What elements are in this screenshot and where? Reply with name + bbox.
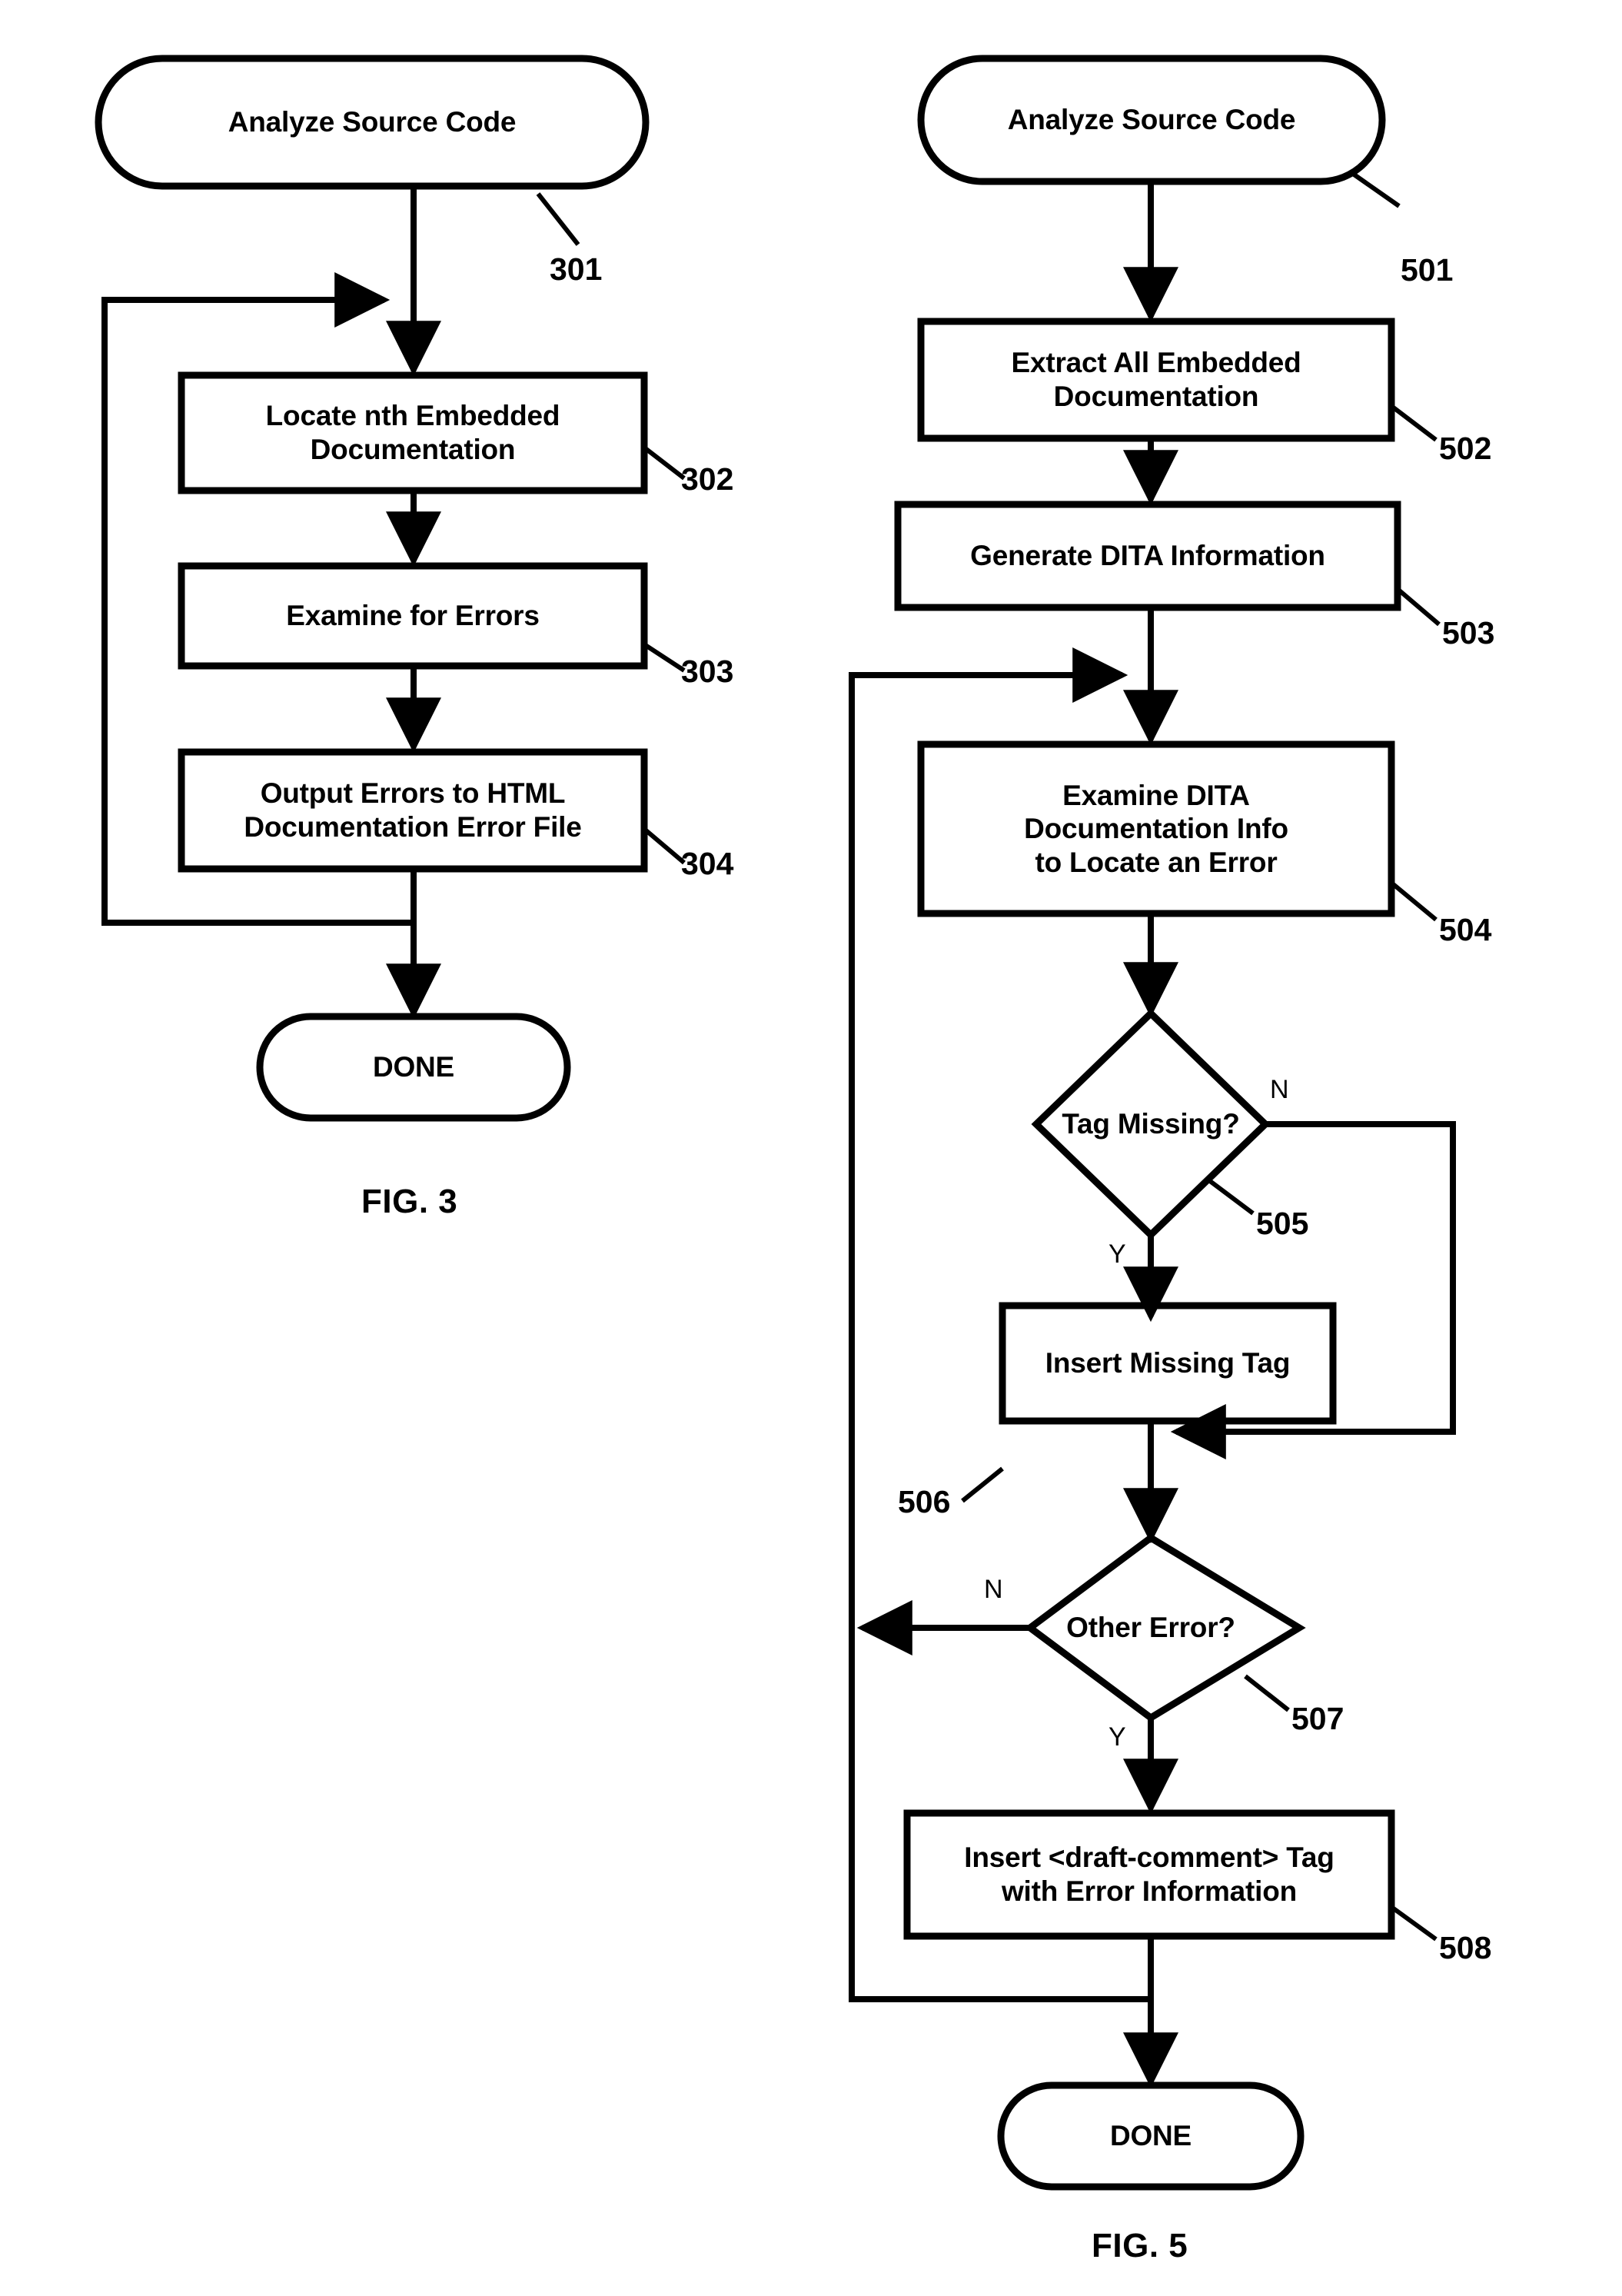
- fig5-process-506-shape: [999, 1302, 1337, 1425]
- fig5-ref-505: 505: [1256, 1206, 1309, 1241]
- fig5-process-508-shape: [903, 1809, 1395, 1940]
- fig3-process-303-shape: [178, 562, 648, 670]
- fig5-terminal-start-shape: [917, 55, 1386, 185]
- fig5-terminal-done-shape: [997, 2081, 1305, 2191]
- fig3-leader-303: [643, 642, 686, 673]
- fig5-leader-504: [1390, 880, 1438, 922]
- fig5-leader-502: [1390, 404, 1438, 442]
- fig3-caption: FIG. 3: [361, 1183, 458, 1220]
- fig5-decision-505-shape: [1031, 1008, 1271, 1240]
- fig5-caption: FIG. 5: [1092, 2227, 1188, 2264]
- fig5-ref-506: 506: [898, 1484, 951, 1519]
- fig3-process-302-shape: [178, 371, 648, 494]
- fig5-leader-508: [1390, 1905, 1438, 1942]
- fig3-ref-302: 302: [681, 461, 734, 497]
- fig5-leader-501: [1351, 171, 1401, 208]
- fig5-decision-507-shape: [1024, 1533, 1306, 1722]
- patent-figure-sheet: Analyze Source Code 302 301 303 304 Loca…: [0, 0, 1622, 2296]
- fig5-branch-507-yes: Y: [1108, 1722, 1126, 1752]
- fig3-process-304-shape: [178, 748, 648, 873]
- fig3-ref-301: 301: [550, 251, 603, 287]
- fig5-leader-506: [961, 1466, 1004, 1503]
- fig5-ref-507: 507: [1291, 1701, 1344, 1736]
- fig5-process-504-shape: [917, 740, 1395, 917]
- fig3-terminal-start-shape: [95, 55, 650, 190]
- fig3-ref-303: 303: [681, 654, 734, 689]
- fig5-branch-507-no: N: [984, 1575, 1003, 1604]
- fig5-branch-505-yes: Y: [1108, 1240, 1126, 1269]
- fig5-ref-508: 508: [1439, 1930, 1492, 1965]
- fig3-loop-return-path: [101, 272, 414, 926]
- fig3-ref-304: 304: [681, 846, 734, 881]
- fig5-process-502-shape: [917, 318, 1395, 442]
- fig3-leader-304: [643, 827, 686, 865]
- fig3-leader-302: [643, 445, 686, 481]
- fig5-ref-501: 501: [1401, 252, 1454, 288]
- fig5-ref-503: 503: [1442, 615, 1495, 651]
- fig5-leader-505: [1208, 1179, 1255, 1216]
- fig5-ref-502: 502: [1439, 431, 1492, 466]
- fig5-branch-505-no: N: [1270, 1075, 1289, 1104]
- fig5-ref-504: 504: [1439, 912, 1492, 947]
- fig3-terminal-done-shape: [256, 1013, 571, 1122]
- fig5-leader-507: [1244, 1674, 1290, 1712]
- fig5-leader-503: [1396, 587, 1441, 627]
- fig5-process-503-shape: [894, 501, 1401, 611]
- flowchart-vector-layer: [95, 55, 1456, 2191]
